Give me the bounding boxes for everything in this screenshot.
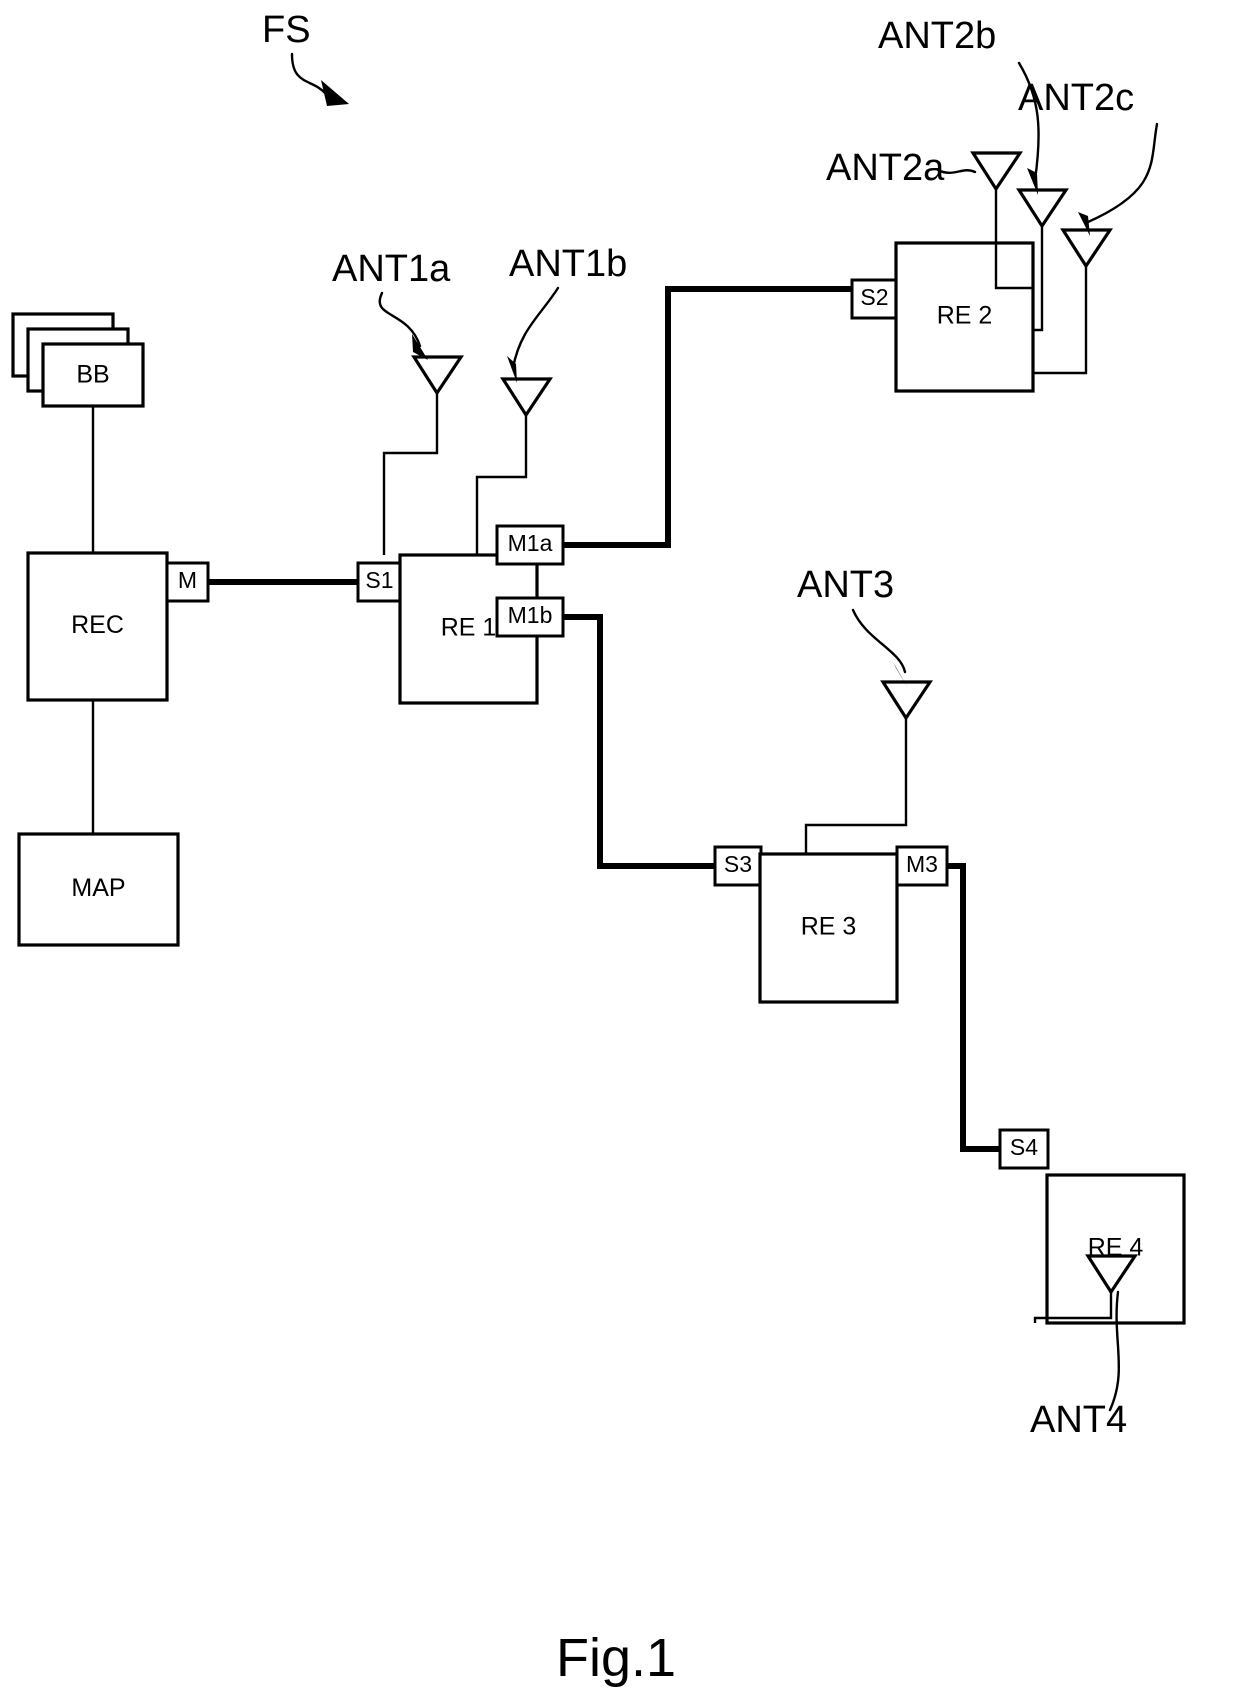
- map-label: MAP: [71, 874, 125, 902]
- port-m1b[interactable]: M1b: [495, 596, 565, 638]
- ant1a-triangle-icon: [411, 355, 464, 396]
- ant2b-label: ANT2b: [878, 15, 996, 57]
- port-m3-label: M3: [906, 851, 938, 877]
- port-s1[interactable]: S1: [356, 561, 403, 603]
- link-m1b-s3: [563, 614, 715, 869]
- port-m1b-label: M1b: [508, 602, 553, 628]
- port-s4[interactable]: S4: [998, 1128, 1050, 1170]
- port-s3[interactable]: S3: [713, 845, 763, 887]
- unit-re4[interactable]: RE 4: [1045, 1173, 1186, 1325]
- link-re1-ant1a: [382, 393, 439, 555]
- fs-lead-line: [290, 52, 328, 96]
- rec-label: REC: [71, 611, 124, 639]
- figure-root: FS BB REC MAP M S1 RE 1 M1a M1b ANT1a AN…: [0, 0, 1240, 1702]
- ant2c-lead-line: [1086, 122, 1159, 224]
- port-s2[interactable]: S2: [850, 278, 899, 320]
- re3-label: RE 3: [801, 913, 857, 941]
- link-re3-ant3: [804, 718, 908, 854]
- re1-label-visible: RE 1: [441, 614, 497, 642]
- ant2c-label: ANT2c: [1018, 77, 1134, 119]
- unit-bb[interactable]: BB: [11, 312, 145, 408]
- antenna-ant3[interactable]: ANT3: [797, 564, 933, 854]
- figure-caption: Fig.1: [556, 1628, 676, 1688]
- port-s1-label: S1: [365, 567, 393, 593]
- ant2b-triangle-icon: [1016, 188, 1069, 229]
- fs-arrowhead-icon: [321, 80, 349, 106]
- ant1a-label: ANT1a: [332, 248, 451, 290]
- unit-re2[interactable]: RE 2: [894, 241, 1035, 393]
- ant1b-label: ANT1b: [509, 243, 627, 285]
- port-s3-label: S3: [724, 851, 752, 877]
- ant2c-triangle-icon: [1060, 228, 1113, 269]
- port-s2-label: S2: [860, 284, 888, 310]
- port-m-label: M: [178, 567, 197, 593]
- antenna-ant1a[interactable]: ANT1a: [332, 248, 464, 555]
- patent-figure-diagram: FS BB REC MAP M S1 RE 1 M1a M1b ANT1a AN…: [11, 9, 1186, 1688]
- ant3-label: ANT3: [797, 564, 894, 606]
- port-m3[interactable]: M3: [895, 845, 949, 887]
- port-s4-label: S4: [1010, 1134, 1038, 1160]
- link-m1a-s2: [563, 286, 852, 548]
- port-m1a[interactable]: M1a: [495, 524, 565, 566]
- antenna-ant1b[interactable]: ANT1b: [475, 243, 627, 555]
- link-m3-s4: [947, 863, 1000, 1152]
- ant1b-lead-line: [511, 286, 560, 370]
- fs-label: FS: [262, 9, 311, 51]
- ant3-lead-line: [851, 608, 907, 674]
- unit-re3[interactable]: RE 3: [758, 852, 899, 1004]
- unit-rec[interactable]: REC: [26, 551, 169, 702]
- ant1b-triangle-icon: [500, 377, 553, 418]
- port-m[interactable]: M: [165, 561, 210, 603]
- system-reference-callout: FS: [262, 9, 349, 106]
- bb-label: BB: [76, 361, 109, 389]
- port-m1a-label: M1a: [508, 530, 553, 556]
- ant2a-triangle-icon: [970, 151, 1023, 192]
- re2-label: RE 2: [937, 302, 993, 330]
- ant3-triangle-icon: [880, 680, 933, 721]
- unit-map[interactable]: MAP: [17, 832, 180, 947]
- ant2a-label: ANT2a: [826, 147, 945, 189]
